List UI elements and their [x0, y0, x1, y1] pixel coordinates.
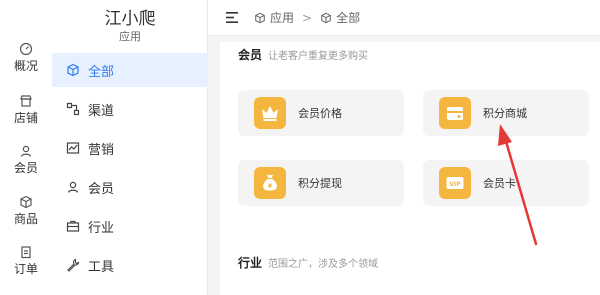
sidebar-item-label: 营销 [88, 142, 115, 158]
sidebar-item-label: 工具 [88, 259, 115, 275]
user-icon [67, 181, 79, 193]
rail-item-label: 概况 [13, 59, 38, 73]
sidebar-section-title: 应用 [119, 30, 141, 43]
badge [254, 97, 286, 129]
section-title-member: 会员 让老客户重复更多购买 [238, 46, 368, 63]
rail-item-overview[interactable]: 概况 [0, 42, 52, 73]
rail-item-store[interactable]: 店铺 [0, 94, 52, 125]
wrench-icon [67, 258, 80, 272]
app-card-points-store[interactable]: 积分商城 [423, 90, 589, 136]
rail-item-label: 店铺 [13, 111, 38, 125]
channel-icon [66, 102, 80, 116]
money-bag-icon: ¥ [263, 175, 277, 191]
sidebar-item-label: 行业 [88, 220, 115, 236]
sidebar-item-channel[interactable]: 渠道 [52, 92, 208, 126]
card-label: 积分提现 [298, 177, 342, 190]
sidebar-item-member[interactable]: 会员 [52, 170, 208, 204]
app-card-vip-card[interactable]: VIP 会员卡 [423, 160, 589, 206]
sidebar-item-all[interactable]: 全部 [52, 53, 208, 87]
order-icon [21, 246, 31, 259]
points-store-icon [447, 107, 463, 120]
section-heading: 行业 [238, 256, 263, 270]
rail-item-member[interactable]: 会员 [0, 144, 52, 175]
rail-item-label: 商品 [13, 212, 38, 226]
menu-toggle-icon[interactable] [226, 12, 238, 23]
card-label: 会员价格 [298, 107, 342, 120]
breadcrumb-item[interactable]: 应用 [270, 9, 294, 26]
store-icon [20, 95, 32, 107]
rail-item-goods[interactable]: 商品 [0, 195, 52, 226]
chart-icon [66, 142, 80, 154]
briefcase-icon [66, 220, 80, 232]
vip-card-icon: VIP [446, 177, 464, 189]
badge [439, 97, 471, 129]
sidebar-item-label: 会员 [88, 181, 115, 197]
badge: VIP [439, 167, 471, 199]
cube-icon [255, 12, 265, 23]
section-description: 范围之广，涉及多个领域 [268, 259, 379, 270]
breadcrumb: 应用 > 全部 [254, 9, 360, 26]
app-card-points-withdraw[interactable]: ¥ 积分提现 [238, 160, 404, 206]
app-card-member-price[interactable]: 会员价格 [238, 90, 404, 136]
crown-icon [262, 106, 278, 121]
user-icon [20, 145, 32, 157]
card-label: 会员卡 [483, 177, 516, 190]
sidebar-item-label: 全部 [88, 64, 115, 80]
rail-item-label: 会员 [13, 161, 38, 175]
box-icon [20, 195, 32, 209]
rail-item-orders[interactable]: 订单 [0, 245, 52, 276]
sidebar-item-industry[interactable]: 行业 [52, 209, 208, 243]
section-title-industry: 行业 范围之广，涉及多个领域 [238, 254, 378, 271]
top-header: 应用 > 全部 [208, 0, 600, 36]
svg-text:VIP: VIP [449, 181, 461, 188]
section-heading: 会员 [238, 48, 263, 62]
breadcrumb-item: 全部 [336, 11, 361, 25]
dashboard-icon [19, 42, 33, 56]
primary-nav-rail: 概况 店铺 会员 商品 订单 [0, 0, 52, 295]
breadcrumb-separator: > [302, 10, 313, 25]
secondary-sidebar: 江小爬 应用 全部 渠道 营销 会员 行业 工具 [52, 0, 208, 295]
section-description: 让老客户重复更多购买 [268, 51, 369, 62]
rail-item-label: 订单 [13, 262, 38, 276]
brand-name: 江小爬 [104, 9, 156, 29]
sidebar-item-marketing[interactable]: 营销 [52, 131, 208, 165]
badge: ¥ [254, 167, 286, 199]
sidebar-item-tools[interactable]: 工具 [52, 248, 208, 282]
sidebar-item-label: 渠道 [88, 103, 115, 119]
cube-icon [67, 63, 79, 77]
cube-icon [321, 12, 331, 23]
card-label: 积分商城 [483, 107, 527, 120]
